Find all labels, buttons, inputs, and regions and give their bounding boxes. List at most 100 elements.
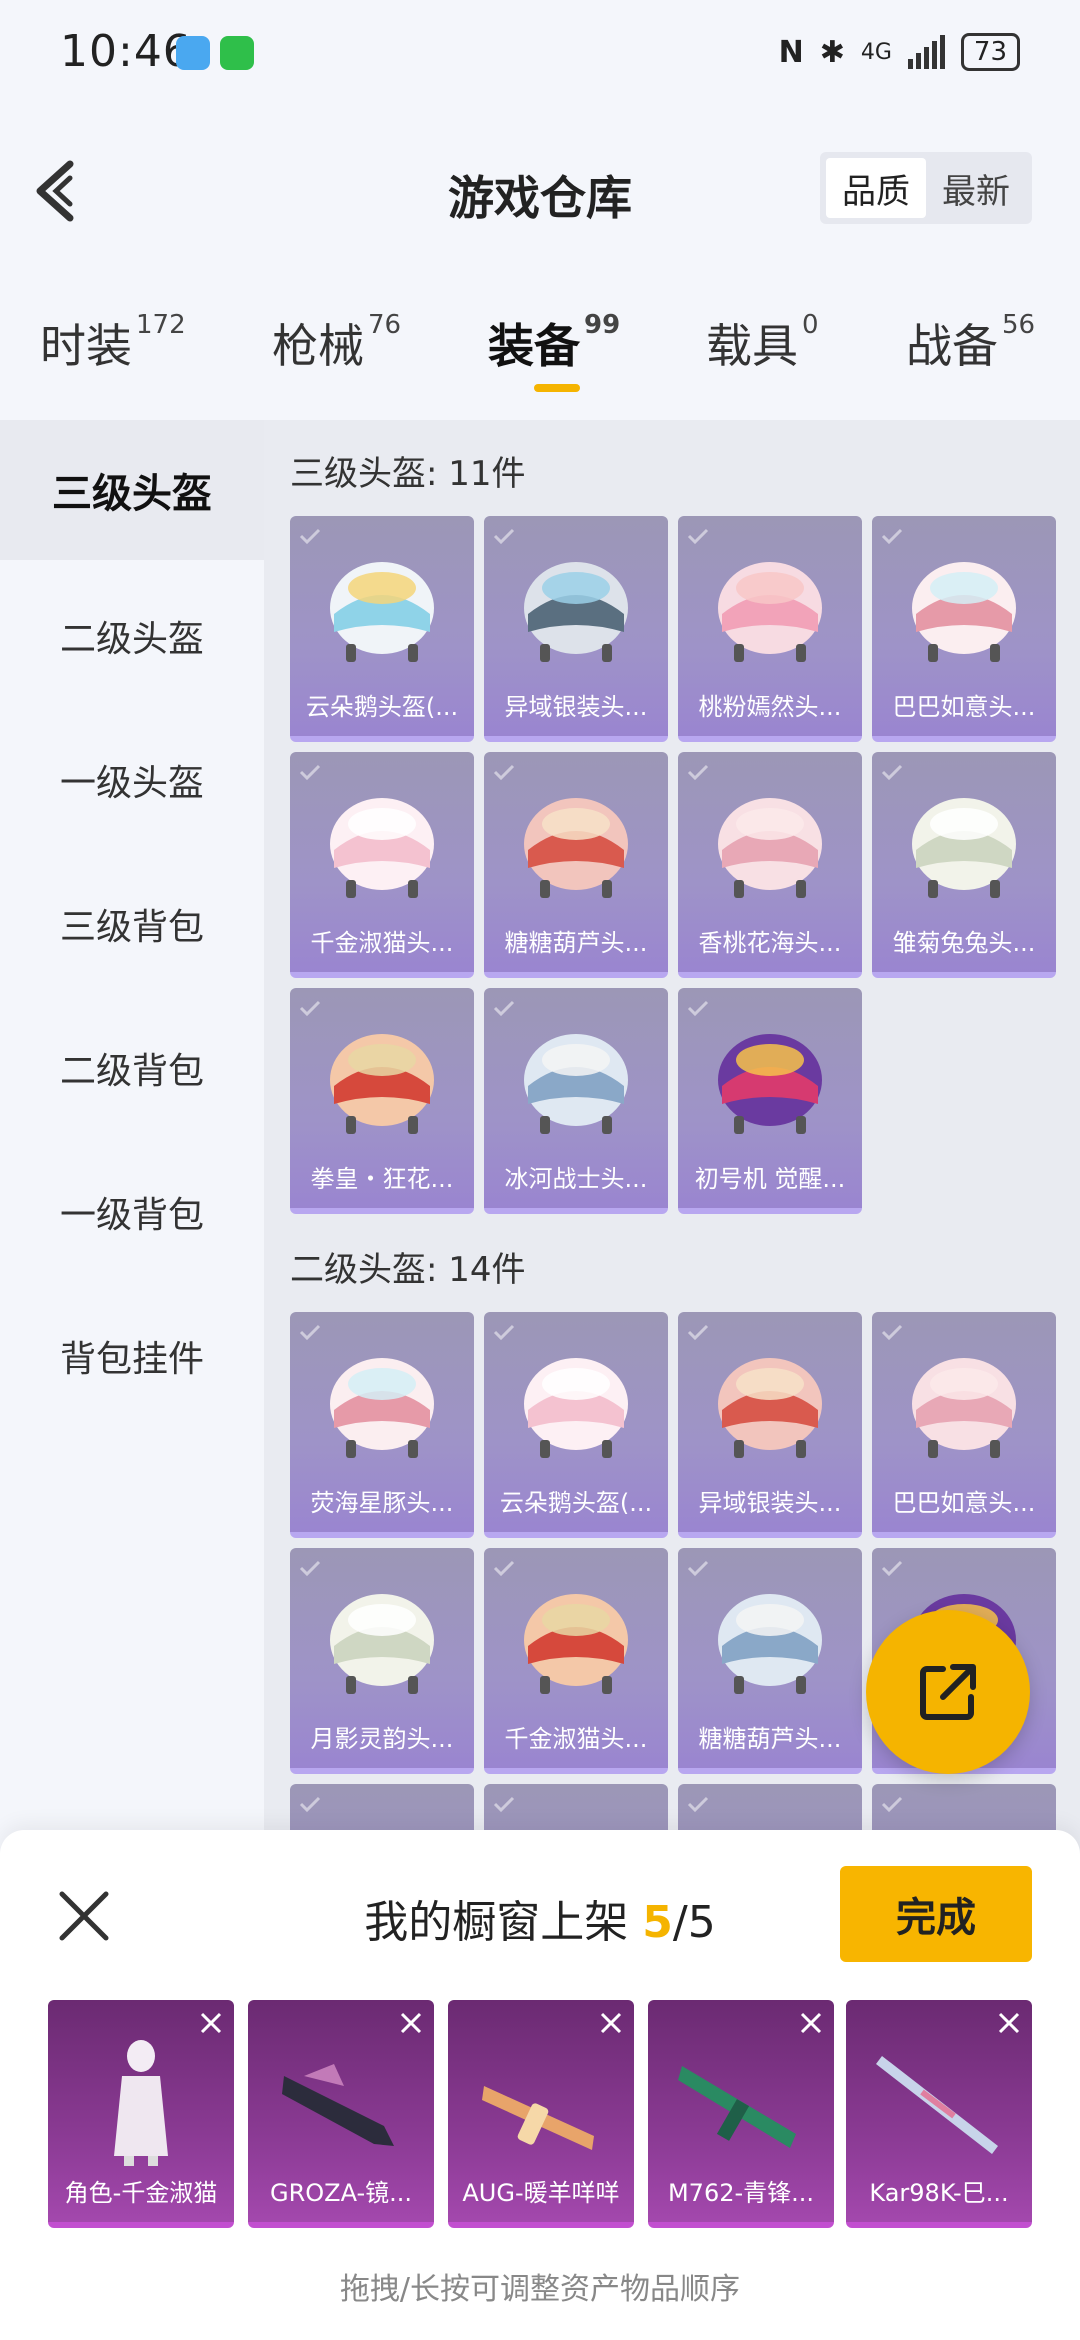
helmet-icon [524, 1358, 628, 1458]
sidebar-item-level1-backpack[interactable]: 一级背包 [0, 1142, 264, 1282]
tab-count: 76 [368, 310, 402, 340]
item-card[interactable]: 云朵鹅头盔(... [484, 1312, 668, 1538]
item-name: 月影灵韵头... [310, 1725, 454, 1753]
category-tabs: 时装 172 枪械 76 装备 99 载具 0 战备 56 [0, 290, 1080, 410]
sidebar-item-backpack-pendant[interactable]: 背包挂件 [0, 1286, 264, 1426]
helmet-icon [718, 798, 822, 898]
item-image-icon [114, 2040, 168, 2166]
showcase-item-name: AUG-暖羊咩咩 [462, 2179, 620, 2207]
reorder-hint: 拖拽/长按可调整资产物品顺序 [339, 2272, 741, 2307]
helmet-icon [912, 1358, 1016, 1458]
status-time: 10:46 [60, 26, 192, 77]
helmet-icon [330, 562, 434, 662]
item-card[interactable]: 冰河战士头... [484, 988, 668, 1214]
showcase-item-name: Kar98K-巳... [869, 2179, 1009, 2207]
showcase-item-name: 角色-千金淑猫 [64, 2179, 218, 2207]
helmet-icon [718, 1594, 822, 1694]
item-image-icon [678, 2066, 796, 2148]
sidebar-item-level2-helmet[interactable]: 二级头盔 [0, 566, 264, 706]
sidebar-item-level1-helmet[interactable]: 一级头盔 [0, 710, 264, 850]
network-type-label: 4G [860, 39, 892, 65]
sort-latest-button[interactable]: 最新 [926, 158, 1026, 218]
item-card[interactable]: 初号机 觉醒... [678, 988, 862, 1214]
item-name: 云朵鹅头盔(... [499, 1489, 653, 1517]
showcase-item-card[interactable]: GROZA-镜... [248, 2000, 434, 2228]
sidebar-item-level3-helmet[interactable]: 三级头盔 [0, 420, 264, 560]
tab-guns[interactable]: 枪械 76 [272, 310, 401, 376]
item-name: 异域银装头... [698, 1489, 842, 1517]
showcase-title-text: 我的橱窗上架 [364, 1897, 643, 1948]
showcase-item-card[interactable]: M762-青锋... [648, 2000, 834, 2228]
share-button[interactable] [866, 1610, 1030, 1774]
helmet-icon [330, 1034, 434, 1134]
showcase-item-card[interactable]: Kar98K-巳... [846, 2000, 1032, 2228]
item-card[interactable]: 月影灵韵头... [290, 1548, 474, 1774]
item-card[interactable]: 千金淑猫头... [290, 752, 474, 978]
tab-fashion[interactable]: 时装 172 [40, 310, 186, 376]
showcase-count-total: /5 [672, 1897, 716, 1948]
item-card[interactable]: 荧海星豚头... [290, 1312, 474, 1538]
item-card[interactable]: 糖糖葫芦头... [484, 752, 668, 978]
sort-toggle: 品质 最新 [820, 152, 1032, 224]
done-button[interactable]: 完成 [840, 1866, 1032, 1962]
helmet-icon [524, 1594, 628, 1694]
item-card[interactable]: 巴巴如意头... [872, 516, 1056, 742]
item-card[interactable]: 香桃花海头... [678, 752, 862, 978]
tab-equipment[interactable]: 装备 99 [488, 310, 620, 376]
item-name: 荧海星豚头... [310, 1489, 454, 1517]
item-name: 异域银装头... [504, 693, 648, 721]
app-notification-icon [176, 36, 210, 70]
tab-count: 0 [802, 310, 819, 340]
item-name: 雏菊兔兔头... [892, 929, 1036, 957]
section-title: 三级头盔: 11件 [290, 454, 526, 494]
sidebar-item-level3-backpack[interactable]: 三级背包 [0, 854, 264, 994]
active-tab-indicator [534, 384, 580, 392]
item-card[interactable]: 异域银装头... [484, 516, 668, 742]
item-name: 千金淑猫头... [504, 1725, 648, 1753]
item-card[interactable]: 异域银装头... [678, 1312, 862, 1538]
tab-label: 战备 [906, 319, 998, 373]
sidebar: 三级头盔 二级头盔 一级头盔 三级背包 二级背包 一级背包 背包挂件 [0, 420, 264, 1900]
item-name: 巴巴如意头... [892, 1489, 1036, 1517]
bluetooth-icon: ✱ [819, 34, 845, 70]
item-name: 糖糖葫芦头... [698, 1725, 842, 1753]
showcase-count-current: 5 [642, 1897, 673, 1948]
item-card[interactable]: 巴巴如意头... [872, 1312, 1056, 1538]
helmet-icon [524, 798, 628, 898]
item-card[interactable]: 拳皇・狂花... [290, 988, 474, 1214]
item-image-icon [282, 2064, 394, 2146]
status-icons: N ✱ 4G 73 [779, 30, 1020, 74]
item-name: 冰河战士头... [504, 1165, 648, 1193]
sort-quality-button[interactable]: 品质 [826, 158, 926, 218]
item-name: 千金淑猫头... [310, 929, 454, 957]
item-image-icon [876, 2056, 998, 2154]
status-bar: 10:46 N ✱ 4G 73 [0, 0, 1080, 110]
item-card[interactable]: 雏菊兔兔头... [872, 752, 1056, 978]
header: 游戏仓库 品质 最新 [0, 120, 1080, 260]
battery-level: 73 [973, 37, 1007, 67]
showcase-item-card[interactable]: 角色-千金淑猫 [48, 2000, 234, 2228]
item-card[interactable]: 糖糖葫芦头... [678, 1548, 862, 1774]
helmet-icon [330, 798, 434, 898]
item-card[interactable]: 桃粉嫣然头... [678, 516, 862, 742]
signal-icon [907, 35, 945, 69]
tab-label: 枪械 [272, 319, 364, 373]
item-card[interactable]: 云朵鹅头盔(... [290, 516, 474, 742]
item-card[interactable]: 千金淑猫头... [484, 1548, 668, 1774]
sidebar-item-level2-backpack[interactable]: 二级背包 [0, 998, 264, 1138]
helmet-icon [912, 562, 1016, 662]
tab-gear[interactable]: 战备 56 [906, 310, 1035, 376]
item-name: 云朵鹅头盔(... [305, 693, 459, 721]
item-name: 拳皇・狂花... [310, 1165, 454, 1193]
item-image-icon [482, 2086, 594, 2150]
share-external-icon [920, 1664, 976, 1720]
section-title: 二级头盔: 14件 [290, 1250, 526, 1290]
tab-label: 时装 [40, 319, 132, 373]
helmet-icon [718, 1034, 822, 1134]
showcase-item-card[interactable]: AUG-暖羊咩咩 [448, 2000, 634, 2228]
nfc-icon: N [778, 34, 804, 70]
tab-label: 装备 [488, 319, 580, 373]
helmet-icon [330, 1358, 434, 1458]
item-name: 初号机 觉醒... [694, 1165, 846, 1193]
tab-vehicles[interactable]: 载具 0 [706, 310, 819, 376]
